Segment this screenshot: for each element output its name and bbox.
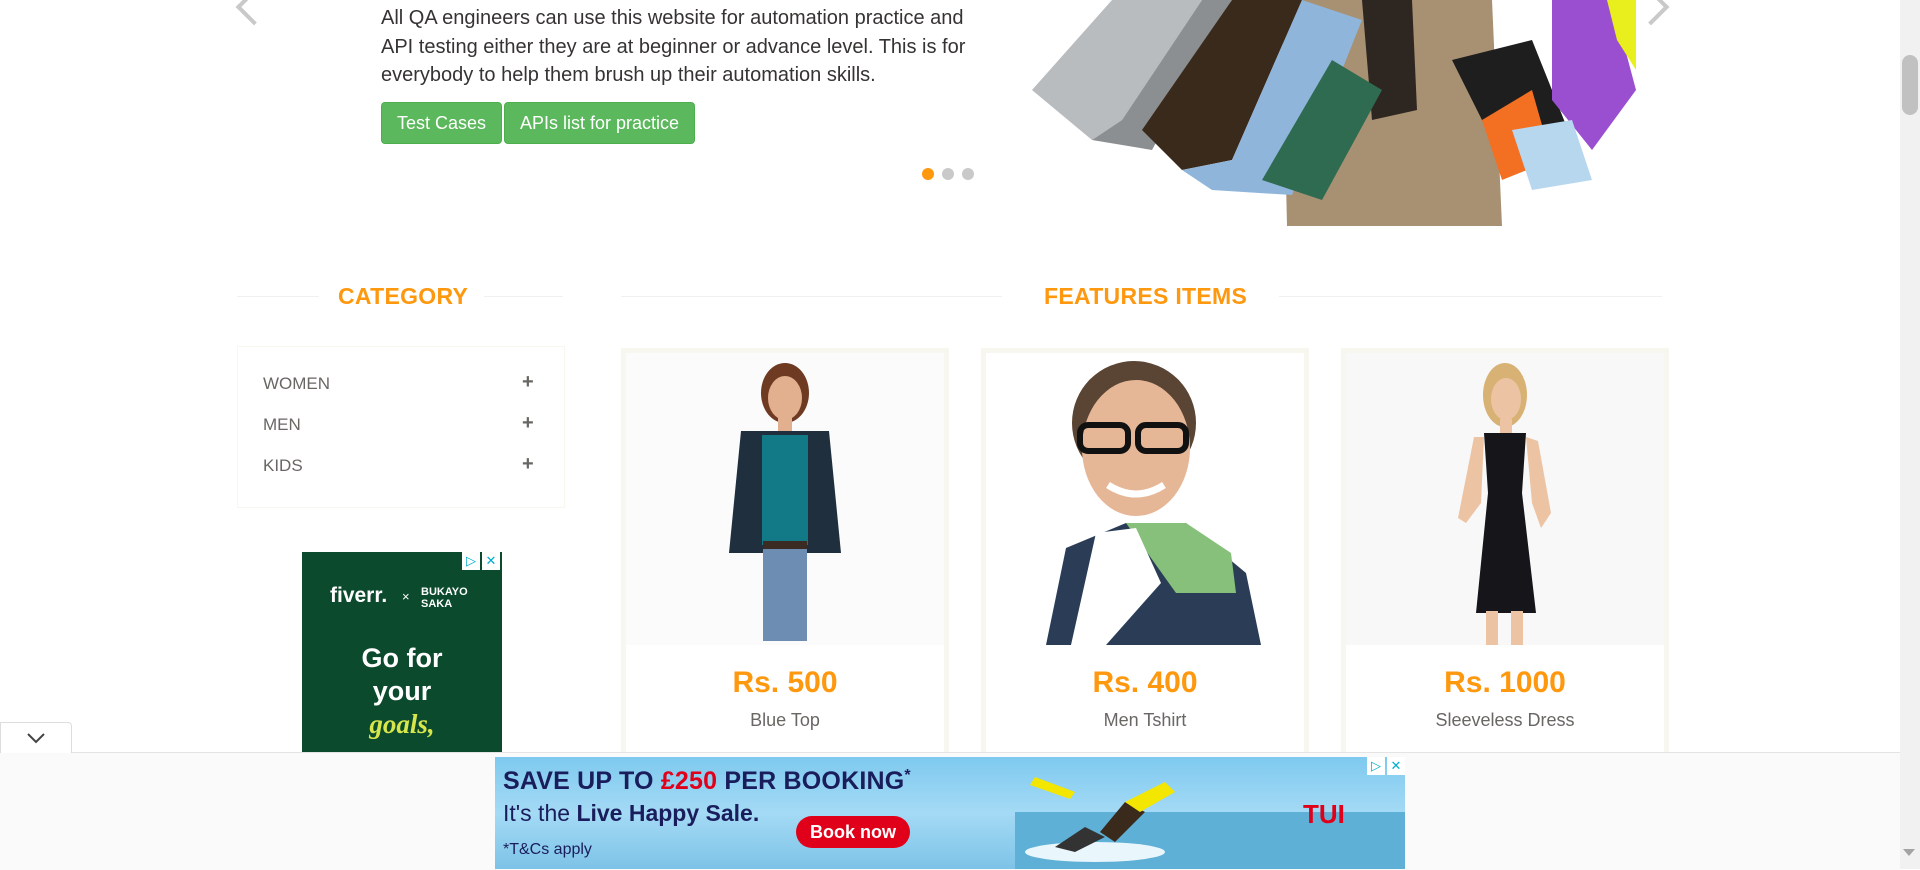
- features-title: FEATURES ITEMS: [1044, 283, 1248, 309]
- tui-subheadline-part-2: Live Happy Sale.: [576, 800, 760, 826]
- hero-description: All QA engineers can use this website fo…: [381, 7, 966, 86]
- chevron-down-icon: [27, 733, 45, 744]
- slider-prev-arrow[interactable]: [235, 0, 273, 26]
- partner-logo-line-1: BUKAYO: [421, 586, 468, 598]
- fiverr-ad-headline: Go for your goals,: [302, 642, 502, 741]
- page-scrollbar[interactable]: [1900, 0, 1920, 869]
- hero-image-shopping-bags: [1032, 0, 1636, 226]
- category-women[interactable]: WOMEN: [263, 374, 330, 394]
- product-name: Sleeveless Dress: [1435, 710, 1575, 730]
- product-image-men-tshirt[interactable]: [986, 353, 1304, 645]
- features-title-line-left: [621, 296, 1002, 297]
- headline-line-2: your: [372, 676, 432, 706]
- ad-cross-symbol: ×: [402, 589, 410, 604]
- anchor-ad-collapse-button[interactable]: [0, 722, 72, 753]
- product-name: Blue Top: [750, 710, 820, 730]
- plus-icon[interactable]: +: [522, 371, 534, 394]
- product-price: Rs. 400: [1092, 666, 1198, 699]
- product-card-sleeveless-dress: Rs. 1000 Sleeveless Dress: [1341, 348, 1669, 778]
- tui-ad-headline: SAVE UP TO £250 PER BOOKING*: [503, 767, 911, 796]
- category-title-line-left: [237, 296, 319, 297]
- headline-line-1: Go for: [361, 643, 443, 673]
- category-men[interactable]: MEN: [263, 415, 301, 435]
- close-icon[interactable]: ✕: [1387, 757, 1405, 775]
- features-title-line-right: [1279, 296, 1662, 297]
- tui-headline-part-1: SAVE UP TO: [503, 767, 661, 795]
- category-title-line-right: [484, 296, 563, 297]
- tui-headline-star: *: [904, 767, 911, 784]
- apis-list-button[interactable]: APIs list for practice: [504, 102, 696, 144]
- headline-line-3: goals,: [369, 709, 435, 739]
- tui-ad-sea-image: [1015, 777, 1405, 869]
- fiverr-ad-banner[interactable]: ▷ ✕ fiverr. × BUKAYO SAKA Go for your go…: [302, 552, 502, 752]
- ad-choices-icon[interactable]: ▷: [1367, 757, 1385, 775]
- fiverr-logo: fiverr.: [330, 584, 388, 607]
- book-now-button[interactable]: Book now: [796, 816, 910, 848]
- scroll-down-arrow-icon[interactable]: [1903, 849, 1915, 856]
- plus-icon[interactable]: +: [522, 453, 534, 476]
- product-card-blue-top: Rs. 500 Blue Top: [621, 348, 949, 778]
- plus-icon[interactable]: +: [522, 412, 534, 435]
- scrollbar-thumb[interactable]: [1902, 55, 1918, 115]
- product-image-blue-top[interactable]: [626, 353, 944, 645]
- category-title: CATEGORY: [338, 283, 469, 309]
- product-card-men-tshirt: Rs. 400 Men Tshirt: [981, 348, 1309, 778]
- ad-choices-icon[interactable]: ▷: [462, 552, 480, 570]
- close-icon[interactable]: ✕: [482, 552, 500, 570]
- slider-dot-1[interactable]: [922, 168, 934, 180]
- product-price: Rs. 500: [732, 666, 838, 699]
- category-kids[interactable]: KIDS: [263, 456, 303, 476]
- slider-dot-3[interactable]: [962, 168, 974, 180]
- slider-dot-2[interactable]: [942, 168, 954, 180]
- slider-next-arrow[interactable]: [1632, 0, 1670, 26]
- test-cases-button[interactable]: Test Cases: [381, 102, 503, 144]
- tui-terms-text: *T&Cs apply: [503, 841, 592, 858]
- partner-logo-line-2: SAKA: [421, 598, 453, 610]
- tui-ad-banner[interactable]: ▷ ✕ SAVE UP TO £250 PER BOOKING* It's th…: [495, 757, 1405, 869]
- tui-headline-amount: £250: [660, 767, 718, 795]
- tui-headline-part-2: PER BOOKING: [717, 767, 905, 795]
- product-image-sleeveless-dress[interactable]: [1346, 353, 1664, 645]
- slider-indicators: [922, 168, 974, 180]
- product-name: Men Tshirt: [1103, 710, 1187, 730]
- product-price: Rs. 1000: [1444, 666, 1566, 699]
- tui-logo: TUI: [1303, 799, 1345, 829]
- category-panel: WOMEN + MEN + KIDS +: [237, 346, 565, 508]
- partner-logo: BUKAYO SAKA: [421, 586, 468, 610]
- tui-subheadline-part-1: It's the: [503, 800, 577, 826]
- tui-ad-subheadline: It's the Live Happy Sale.: [503, 800, 759, 827]
